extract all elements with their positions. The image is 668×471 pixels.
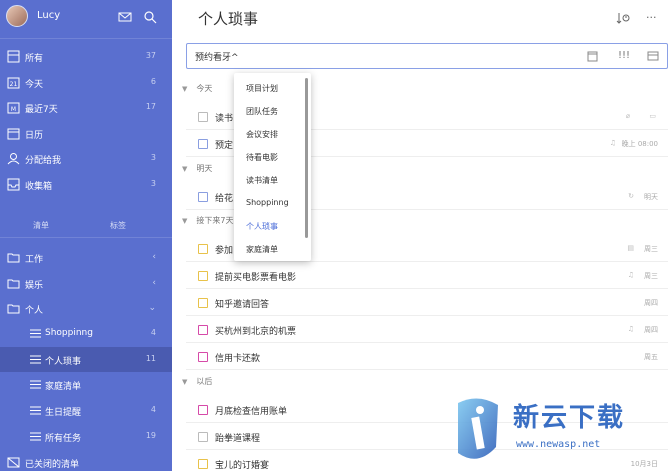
task-row[interactable]: 信用卡还款 周五 (186, 344, 668, 370)
add-task-input-container: !!! (186, 43, 668, 69)
dropdown-item[interactable]: 团队任务 (246, 106, 278, 117)
sidebar-tabs: 清单 标签 (0, 217, 172, 237)
watermark-text: 新云下载 (513, 403, 626, 433)
task-checkbox[interactable] (198, 139, 208, 149)
add-task-input[interactable] (195, 49, 435, 64)
task-row[interactable]: 知乎邀请回答 周四 (186, 290, 668, 316)
section-later[interactable]: ▼ 以后 (182, 376, 212, 387)
collapse-triangle-icon[interactable]: ▼ (182, 85, 187, 93)
reminder-bell-icon: ♫ (627, 325, 634, 333)
task-checkbox[interactable] (198, 298, 208, 308)
collapse-triangle-icon[interactable]: ▼ (182, 165, 187, 173)
sidebar-item-today[interactable]: 21 今天 6 (0, 70, 172, 95)
list-icon (30, 355, 41, 364)
calendar-week-icon: M (7, 102, 20, 114)
search-icon[interactable] (143, 10, 157, 24)
avatar[interactable] (6, 5, 28, 27)
inbox-all-icon (7, 50, 20, 63)
dropdown-item[interactable]: Shoppinng (246, 198, 289, 207)
reminder-bell-icon: ♫ (627, 271, 634, 279)
note-icon: ▤ (627, 244, 634, 252)
dropdown-item[interactable]: 会议安排 (246, 129, 278, 140)
task-checkbox[interactable] (198, 112, 208, 122)
section-next-7-days[interactable]: ▼ 接下来7天 (182, 215, 233, 226)
list-icon (30, 380, 41, 389)
sidebar-item-all[interactable]: 所有 37 (0, 44, 172, 69)
task-checkbox[interactable] (198, 271, 208, 281)
inbox-icon (7, 178, 20, 191)
dropdown-item[interactable]: 读书清单 (246, 175, 278, 186)
dropdown-item[interactable]: 家庭清单 (246, 244, 278, 255)
task-checkbox[interactable] (198, 192, 208, 202)
folder-icon (7, 279, 20, 289)
watermark-url: www.newasp.net (516, 439, 601, 450)
list-icon (30, 329, 41, 338)
collapse-triangle-icon[interactable]: ▼ (182, 217, 187, 225)
page-title: 个人琐事 (198, 10, 259, 28)
task-checkbox[interactable] (198, 432, 208, 442)
sidebar-list-personal-chores[interactable]: 个人琐事 11 (0, 347, 172, 372)
calendar-today-icon: 21 (7, 77, 20, 89)
calendar-icon (7, 128, 20, 140)
sidebar-item-assigned[interactable]: 分配给我 3 (0, 146, 172, 171)
task-row[interactable]: 买杭州到北京的机票 ♫ 周四 (186, 317, 668, 343)
sidebar-list-family[interactable]: 家庭清单 (0, 372, 172, 397)
dropdown-scrollbar[interactable] (305, 78, 308, 238)
task-checkbox[interactable] (198, 352, 208, 362)
task-checkbox[interactable] (198, 405, 208, 415)
attachment-icon: ⌀ (625, 112, 630, 120)
folder-icon (7, 253, 20, 263)
mail-icon[interactable] (118, 10, 132, 24)
section-today[interactable]: ▼ 今天 (182, 83, 212, 94)
sidebar-item-next7[interactable]: M 最近7天 17 (0, 95, 172, 120)
more-icon[interactable]: ··· (646, 11, 657, 24)
sidebar-item-calendar[interactable]: 日历 (0, 121, 172, 146)
sort-icon[interactable] (616, 11, 630, 25)
svg-text:21: 21 (10, 81, 18, 88)
chevron-left-icon[interactable]: ‹ (152, 252, 156, 262)
sidebar-item-inbox[interactable]: 收集箱 3 (0, 172, 172, 197)
sidebar-folder-personal[interactable]: 个人 ⌄ (0, 296, 172, 321)
collapse-triangle-icon[interactable]: ▼ (182, 378, 187, 386)
sidebar-folder-work[interactable]: 工作 ‹ (0, 245, 172, 270)
archive-icon (7, 457, 20, 468)
username[interactable]: Lucy (37, 10, 60, 21)
tab-lists[interactable]: 清单 (33, 220, 49, 231)
sidebar-folder-fun[interactable]: 娱乐 ‹ (0, 271, 172, 296)
dropdown-item[interactable]: 项目计划 (246, 83, 278, 94)
chevron-left-icon[interactable]: ‹ (152, 278, 156, 288)
dropdown-item[interactable]: 待看电影 (246, 152, 278, 163)
task-checkbox[interactable] (198, 459, 208, 469)
sidebar-closed-lists[interactable]: 已关闭的清单 (0, 450, 172, 471)
tab-tags[interactable]: 标签 (110, 220, 126, 231)
watermark: 新云下载 www.newasp.net (446, 395, 668, 471)
task-checkbox[interactable] (198, 244, 208, 254)
task-checkbox[interactable] (198, 325, 208, 335)
sidebar-header: Lucy (0, 0, 172, 38)
repeat-icon: ↻ (628, 192, 634, 200)
section-tomorrow[interactable]: ▼ 明天 (182, 163, 212, 174)
comment-icon: ▭ (649, 112, 656, 120)
date-picker-icon[interactable] (587, 50, 598, 62)
list-picker-dropdown: 项目计划 团队任务 会议安排 待看电影 读书清单 Shoppinng 个人琐事 … (234, 73, 311, 261)
sidebar: Lucy 所有 37 21 今天 6 M 最近7天 17 日历 分配给我 3 收… (0, 0, 172, 471)
sidebar-list-shopping[interactable]: Shoppinng 4 (0, 321, 172, 346)
reminder-bell-icon: ♫ (609, 139, 616, 147)
list-icon (30, 432, 41, 441)
user-icon (7, 153, 20, 165)
svg-text:M: M (11, 106, 16, 113)
watermark-logo (458, 398, 498, 459)
task-row[interactable]: 提前买电影票看电影 ♫ 周三 (186, 263, 668, 289)
chevron-down-icon[interactable]: ⌄ (148, 303, 156, 313)
priority-icon[interactable]: !!! (618, 50, 630, 61)
list-icon (30, 406, 41, 415)
folder-open-icon (7, 304, 20, 314)
list-select-icon[interactable] (647, 50, 659, 62)
sidebar-list-birthdays[interactable]: 生日提醒 4 (0, 398, 172, 423)
sidebar-list-all-tasks[interactable]: 所有任务 19 (0, 424, 172, 449)
dropdown-item-selected[interactable]: 个人琐事 (246, 221, 278, 232)
